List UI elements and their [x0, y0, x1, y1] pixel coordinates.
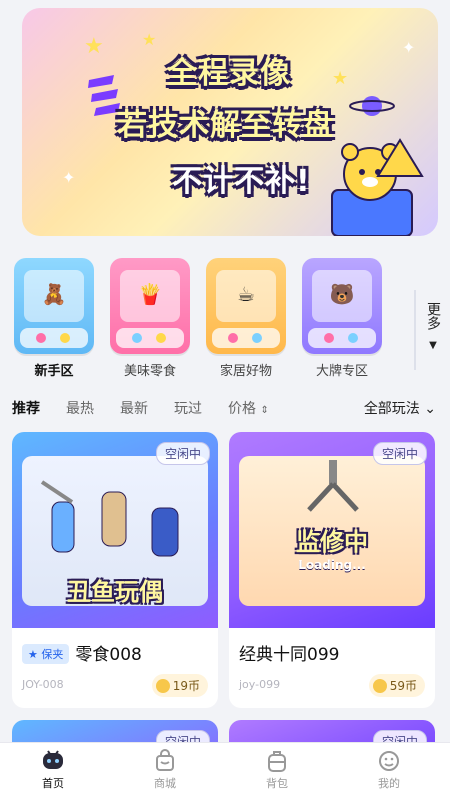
- fish-plush-icon: [40, 480, 179, 557]
- banner-line-1: 全程录像: [167, 56, 291, 91]
- nav-label: 首页: [42, 777, 64, 790]
- shop-icon: [156, 749, 174, 771]
- bottom-nav: 首页 商城 背包 我的: [0, 742, 450, 800]
- star-decoration-icon: ★: [142, 30, 157, 49]
- cup-icon: ☕: [237, 282, 255, 306]
- nav-label: 商城: [154, 777, 176, 790]
- promo-banner[interactable]: ★ ★ ★ ✦ ✦ 全程录像 若技术解至转盘 不计不补!: [22, 8, 438, 236]
- claw-machine-icon: 🧸: [14, 258, 94, 354]
- home-icon: [43, 750, 63, 769]
- filter-price-label: 价格: [228, 401, 256, 417]
- nav-label: 我的: [378, 777, 400, 790]
- machine-card[interactable]: 监修中 Loading... 空闲中 经典十同099 joy-099 59币: [229, 432, 435, 708]
- nav-backpack[interactable]: 背包: [242, 749, 312, 791]
- all-modes-dropdown[interactable]: 全部玩法 ⌄: [364, 398, 436, 418]
- guarantee-tag: ★ 保夹: [22, 644, 70, 664]
- loading-text: Loading...: [298, 558, 366, 572]
- machine-banner-text: 丑鱼玩偶: [67, 578, 163, 606]
- category-newbie[interactable]: 🧸 新手区: [8, 258, 100, 379]
- category-label: 美味零食: [123, 364, 176, 379]
- filter-newest[interactable]: 最新: [120, 398, 148, 418]
- claw-machine-icon: 🐻: [302, 258, 382, 354]
- plush-toy-icon: 🧸: [41, 282, 67, 306]
- machine-code: JOY-008: [22, 678, 64, 691]
- filter-hottest[interactable]: 最热: [66, 398, 94, 418]
- sparkle-icon: ✦: [402, 38, 416, 57]
- category-label: 家居好物: [219, 364, 272, 379]
- category-home[interactable]: ☕ 家居好物: [200, 258, 292, 379]
- more-label: 更多: [425, 302, 441, 330]
- claw-icon: [307, 460, 359, 512]
- filter-bar: 推荐 最热 最新 玩过 价格 ⇕ 全部玩法 ⌄: [0, 386, 450, 430]
- more-categories-button[interactable]: 更多 ▼: [414, 290, 450, 370]
- sparkle-icon: ✦: [62, 168, 76, 187]
- profile-icon: [379, 751, 399, 771]
- machine-banner-text: 监修中: [296, 528, 368, 556]
- price-badge: 59币: [368, 674, 425, 697]
- coin-icon: [155, 679, 170, 693]
- banner-line-2: 若技术解至转盘: [117, 108, 334, 143]
- nav-home[interactable]: 首页: [18, 749, 88, 791]
- filter-played[interactable]: 玩过: [174, 398, 202, 418]
- status-badge: 空闲中: [155, 442, 210, 465]
- coin-icon: [372, 679, 387, 693]
- category-label: 新手区: [34, 364, 74, 379]
- nav-profile[interactable]: 我的: [354, 749, 424, 791]
- status-badge: 空闲中: [372, 442, 427, 465]
- nav-shop[interactable]: 商城: [130, 749, 200, 791]
- sort-arrows-icon: ⇕: [260, 405, 269, 416]
- machine-title: ★ 保夹 零食008: [22, 640, 142, 665]
- category-brand[interactable]: 🐻 大牌专区: [296, 258, 388, 379]
- backpack-icon: [268, 751, 286, 772]
- snack-icon: 🍟: [137, 282, 163, 306]
- machine-card[interactable]: 丑鱼玩偶 空闲中 ★ 保夹 零食008 JOY-008 19币: [12, 432, 218, 708]
- machine-code: joy-099: [239, 678, 281, 691]
- star-decoration-icon: ★: [84, 34, 104, 59]
- filter-price[interactable]: 价格 ⇕: [228, 398, 269, 418]
- category-snacks[interactable]: 🍟 美味零食: [104, 258, 196, 379]
- nav-label: 背包: [266, 777, 288, 790]
- claw-machine-icon: ☕: [206, 258, 286, 354]
- all-modes-label: 全部玩法: [363, 401, 420, 417]
- price-badge: 19币: [151, 674, 208, 697]
- star-decoration-icon: ★: [332, 68, 349, 89]
- star-icon: ★: [28, 648, 38, 661]
- bear-mascot-icon: [331, 138, 424, 236]
- claw-machine-icon: 🍟: [110, 258, 190, 354]
- planet-icon: [349, 96, 395, 116]
- category-strip: 🧸 新手区 🍟 美味零食 ☕ 家居好物 🐻 大牌专区: [0, 258, 410, 383]
- filter-recommend[interactable]: 推荐: [12, 398, 40, 418]
- category-label: 大牌专区: [315, 364, 368, 379]
- bear-plush-icon: 🐻: [329, 282, 355, 306]
- triangle-down-icon: ▼: [429, 340, 437, 351]
- banner-line-3: 不计不补!: [172, 164, 311, 199]
- machine-title: 经典十同099: [239, 645, 340, 665]
- chevron-down-icon: ⌄: [424, 401, 436, 417]
